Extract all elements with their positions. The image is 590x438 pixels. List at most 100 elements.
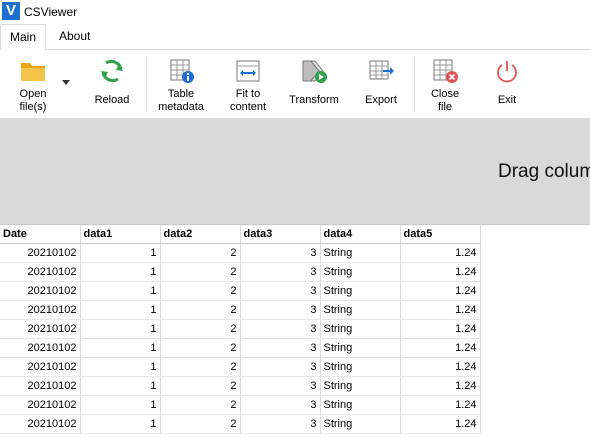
cell-data1[interactable]: 1	[80, 395, 161, 415]
cell-date[interactable]: 20210102	[0, 300, 81, 320]
table-row[interactable]: 20210102 1 2 3 String 1.24	[0, 319, 481, 339]
transform-button[interactable]: Transform	[284, 50, 344, 118]
cell-data4[interactable]: String	[320, 281, 401, 301]
cell-data3[interactable]: 3	[240, 338, 321, 358]
column-header-data2[interactable]: data2	[160, 225, 241, 244]
cell-data3[interactable]: 3	[240, 376, 321, 396]
cell-data2[interactable]: 2	[160, 281, 241, 301]
cell-data4[interactable]: String	[320, 414, 401, 434]
column-header-data1[interactable]: data1	[80, 225, 161, 244]
cell-data2[interactable]: 2	[160, 319, 241, 339]
cell-data5[interactable]: 1.24	[400, 243, 481, 263]
cell-data5[interactable]: 1.24	[400, 376, 481, 396]
cell-data5[interactable]: 1.24	[400, 395, 481, 415]
exit-button[interactable]: Exit	[484, 50, 530, 118]
column-header-data5[interactable]: data5	[400, 225, 481, 244]
table-row[interactable]: 20210102 1 2 3 String 1.24	[0, 376, 481, 396]
cell-date[interactable]: 20210102	[0, 262, 81, 282]
cell-data5[interactable]: 1.24	[400, 300, 481, 320]
fit-to-content-button[interactable]: Fit to content	[220, 50, 276, 118]
cell-data2[interactable]: 2	[160, 338, 241, 358]
cell-data1[interactable]: 1	[80, 376, 161, 396]
table-row[interactable]: 20210102 1 2 3 String 1.24	[0, 300, 481, 320]
cell-data1[interactable]: 1	[80, 357, 161, 377]
cell-data4[interactable]: String	[320, 395, 401, 415]
cell-date[interactable]: 20210102	[0, 243, 81, 263]
close-file-button[interactable]: Close file	[420, 50, 470, 118]
cell-data4[interactable]: String	[320, 243, 401, 263]
table-metadata-label-line1: Table	[167, 88, 195, 100]
table-row[interactable]: 20210102 1 2 3 String 1.24	[0, 395, 481, 415]
cell-data1[interactable]: 1	[80, 281, 161, 301]
table-row[interactable]: 20210102 1 2 3 String 1.24	[0, 338, 481, 358]
fit-to-content-label-line2: content	[229, 101, 267, 113]
table-row[interactable]: 20210102 1 2 3 String 1.24	[0, 262, 481, 282]
export-button[interactable]: Export	[356, 50, 406, 118]
table-row[interactable]: 20210102 1 2 3 String 1.24	[0, 357, 481, 377]
tab-main[interactable]: Main	[0, 24, 47, 51]
cell-data3[interactable]: 3	[240, 262, 321, 282]
cell-data5[interactable]: 1.24	[400, 262, 481, 282]
cell-date[interactable]: 20210102	[0, 319, 81, 339]
cell-data5[interactable]: 1.24	[400, 357, 481, 377]
open-dropdown-arrow-icon[interactable]	[62, 80, 70, 86]
cell-data4[interactable]: String	[320, 319, 401, 339]
reload-label: Reload	[94, 94, 130, 106]
open-files-button[interactable]: Open file(s)	[4, 50, 62, 118]
table-row[interactable]: 20210102 1 2 3 String 1.24	[0, 281, 481, 301]
cell-data1[interactable]: 1	[80, 414, 161, 434]
column-header-data4[interactable]: data4	[320, 225, 401, 244]
cell-data3[interactable]: 3	[240, 319, 321, 339]
cell-data5[interactable]: 1.24	[400, 338, 481, 358]
cell-data4[interactable]: String	[320, 300, 401, 320]
fit-columns-icon	[236, 60, 260, 82]
cell-data1[interactable]: 1	[80, 300, 161, 320]
cell-date[interactable]: 20210102	[0, 281, 81, 301]
cell-data5[interactable]: 1.24	[400, 414, 481, 434]
cell-date[interactable]: 20210102	[0, 395, 81, 415]
cell-data1[interactable]: 1	[80, 262, 161, 282]
cell-data2[interactable]: 2	[160, 243, 241, 263]
cell-data3[interactable]: 3	[240, 395, 321, 415]
cell-data4[interactable]: String	[320, 357, 401, 377]
reload-button[interactable]: Reload	[86, 50, 138, 118]
cell-data3[interactable]: 3	[240, 357, 321, 377]
data-table: Date data1 data2 data3 data4 data5 20210…	[0, 225, 481, 434]
folder-icon	[21, 63, 45, 81]
table-row[interactable]: 20210102 1 2 3 String 1.24	[0, 243, 481, 263]
column-header-date[interactable]: Date	[0, 225, 81, 244]
cell-data1[interactable]: 1	[80, 243, 161, 263]
column-header-data3[interactable]: data3	[240, 225, 321, 244]
cell-date[interactable]: 20210102	[0, 376, 81, 396]
cell-data3[interactable]: 3	[240, 414, 321, 434]
cell-data4[interactable]: String	[320, 262, 401, 282]
tab-about[interactable]: About	[50, 24, 99, 49]
cell-data5[interactable]: 1.24	[400, 319, 481, 339]
cell-date[interactable]: 20210102	[0, 338, 81, 358]
data-grid: Date data1 data2 data3 data4 data5 20210…	[0, 225, 590, 438]
cell-date[interactable]: 20210102	[0, 357, 81, 377]
cell-data2[interactable]: 2	[160, 376, 241, 396]
cell-data2[interactable]: 2	[160, 300, 241, 320]
cell-data2[interactable]: 2	[160, 414, 241, 434]
group-by-drop-zone[interactable]: Drag column header here to group by that…	[0, 119, 590, 225]
table-metadata-button[interactable]: Table metadata	[152, 50, 210, 118]
cell-data3[interactable]: 3	[240, 300, 321, 320]
cell-data2[interactable]: 2	[160, 357, 241, 377]
cell-data1[interactable]: 1	[80, 319, 161, 339]
cell-data1[interactable]: 1	[80, 338, 161, 358]
transform-label: Transform	[289, 94, 339, 106]
cell-data4[interactable]: String	[320, 376, 401, 396]
table-row[interactable]: 20210102 1 2 3 String 1.24	[0, 414, 481, 434]
power-icon	[497, 61, 517, 83]
cell-data2[interactable]: 2	[160, 262, 241, 282]
cell-data5[interactable]: 1.24	[400, 281, 481, 301]
transform-icon	[302, 60, 327, 83]
cell-data4[interactable]: String	[320, 338, 401, 358]
cell-data2[interactable]: 2	[160, 395, 241, 415]
cell-date[interactable]: 20210102	[0, 414, 81, 434]
table-info-icon	[170, 59, 194, 83]
cell-data3[interactable]: 3	[240, 281, 321, 301]
cell-data3[interactable]: 3	[240, 243, 321, 263]
close-file-label-line1: Close	[430, 88, 460, 100]
